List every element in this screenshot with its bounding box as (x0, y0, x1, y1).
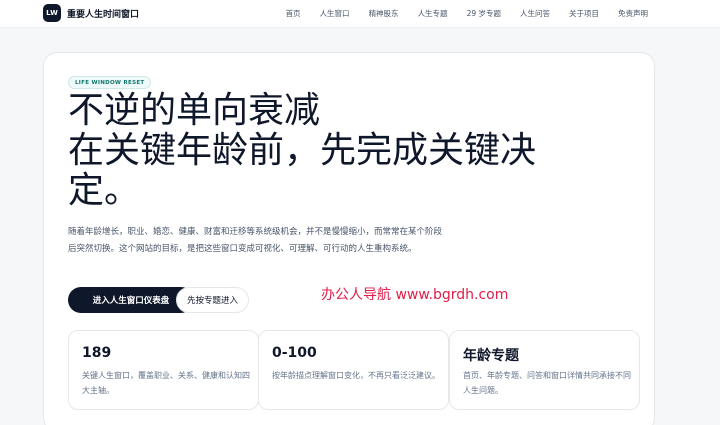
top-navigation-bar: LW 重要人生时间窗口 首页 人生窗口 精神股东 人生专题 29 岁专题 人生问… (0, 0, 720, 28)
nav-item-disclaimer[interactable]: 免责声明 (618, 8, 648, 19)
stat-title: 0-100 (272, 345, 317, 361)
nav-item-qa[interactable]: 人生问答 (520, 8, 550, 19)
stat-title: 年龄专题 (463, 348, 519, 364)
stat-card-age-range: 0-100 按年龄描点理解窗口变化，不再只看泛泛建议。 (258, 330, 449, 410)
watermark-text: 办公人导航 www.bgrdh.com (321, 287, 509, 303)
stat-title: 189 (82, 345, 112, 361)
site-logo[interactable]: LW (43, 4, 61, 22)
headline-line-2: 在关键年龄前，先完成关键决 (68, 130, 537, 171)
nav-item-shareholders[interactable]: 精神股东 (369, 8, 399, 19)
nav-item-topics[interactable]: 人生专题 (418, 8, 448, 19)
nav-item-home[interactable]: 首页 (286, 8, 301, 19)
headline-line-3: 定。 (68, 170, 141, 211)
nav-item-life-windows[interactable]: 人生窗口 (320, 8, 350, 19)
hero-tag: LIFE WINDOW RESET (68, 76, 152, 89)
stat-card-age-topics: 年龄专题 首页、年龄专题、问答和窗口详情共同承接不同人生问题。 (449, 330, 640, 410)
topics-button[interactable]: 先按专题进入 (176, 287, 249, 313)
hero-description: 随着年龄增长，职业、婚恋、健康、财富和迁移等系统级机会，并不是慢慢缩小，而常常在… (68, 227, 443, 254)
site-name[interactable]: 重要人生时间窗口 (67, 7, 139, 20)
main-nav: 首页 人生窗口 精神股东 人生专题 29 岁专题 人生问答 关于项目 免责声明 (286, 8, 648, 19)
stat-text: 关键人生窗口，覆盖职业、关系、健康和认知四大主轴。 (82, 371, 250, 395)
headline-line-1: 不逆的单向衰减 (68, 90, 321, 131)
stat-text: 首页、年龄专题、问答和窗口详情共同承接不同人生问题。 (463, 371, 631, 395)
hero-card: LIFE WINDOW RESET 不逆的单向衰减 在关键年龄前，先完成关键决 … (43, 52, 655, 425)
hero-headline: 不逆的单向衰减 在关键年龄前，先完成关键决 定。 (68, 91, 628, 211)
stat-card-windows: 189 关键人生窗口，覆盖职业、关系、健康和认知四大主轴。 (68, 330, 259, 410)
nav-item-about[interactable]: 关于项目 (569, 8, 599, 19)
stat-text: 按年龄描点理解窗口变化，不再只看泛泛建议。 (272, 371, 440, 380)
nav-item-age-29[interactable]: 29 岁专题 (467, 8, 501, 19)
